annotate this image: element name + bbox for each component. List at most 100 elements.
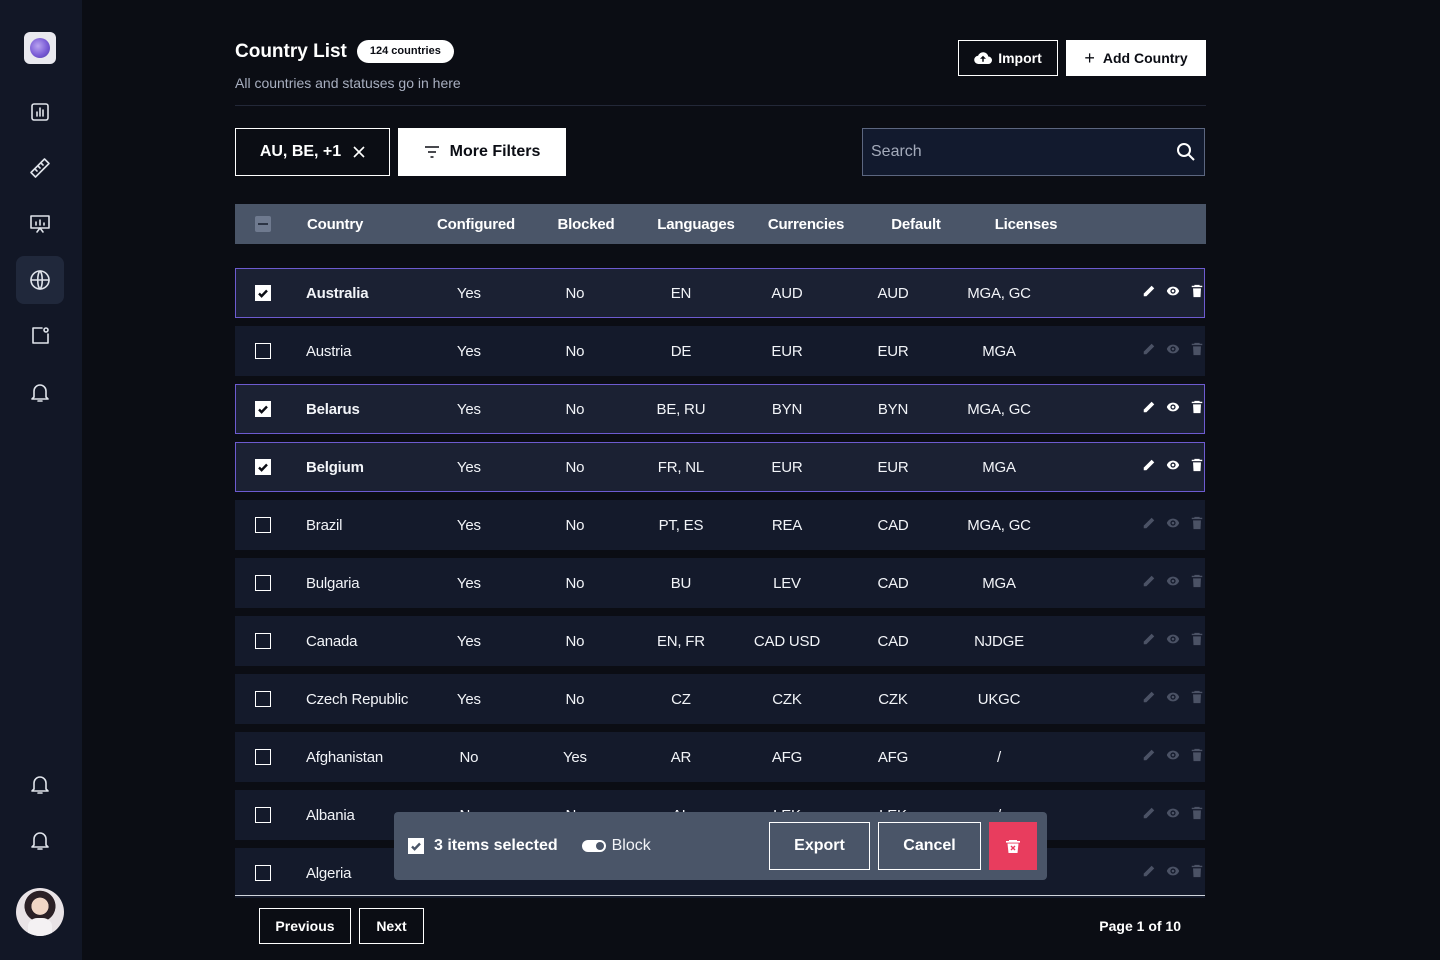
edit-icon[interactable] [1142, 574, 1156, 593]
import-button[interactable]: Import [958, 40, 1058, 76]
nav-bell-tertiary[interactable] [16, 816, 64, 864]
edit-icon[interactable] [1142, 516, 1156, 535]
cell-licenses: MGA, GC [967, 400, 1031, 418]
edit-icon[interactable] [1142, 284, 1156, 303]
delete-icon[interactable] [1190, 574, 1204, 593]
block-toggle[interactable] [581, 840, 606, 852]
view-icon[interactable] [1166, 806, 1180, 825]
cell-currencies: REA [771, 516, 803, 534]
cell-languages: CZ [671, 690, 691, 708]
user-avatar[interactable] [16, 888, 64, 936]
bulk-select-checkbox[interactable] [408, 838, 424, 854]
row-checkbox[interactable] [254, 285, 271, 301]
bulk-delete-button[interactable] [989, 822, 1037, 870]
cell-licenses: MGA, GC [967, 284, 1031, 302]
row-checkbox[interactable] [254, 865, 271, 881]
table-row[interactable]: Canada Yes No EN, FR CAD USD CAD NJDGE [235, 616, 1205, 666]
row-checkbox[interactable] [254, 633, 271, 649]
table-row[interactable]: Belgium Yes No FR, NL EUR EUR MGA [235, 442, 1205, 492]
table-row[interactable]: Australia Yes No EN AUD AUD MGA, GC [235, 268, 1205, 318]
nav-alerts[interactable] [16, 368, 64, 416]
row-checkbox[interactable] [254, 575, 271, 591]
search-icon[interactable] [1176, 142, 1196, 162]
cell-languages: FR, NL [657, 458, 705, 476]
search-input[interactable] [871, 143, 1176, 161]
select-all-checkbox[interactable] [255, 216, 271, 232]
more-filters-button[interactable]: More Filters [398, 128, 566, 176]
table-row[interactable]: Afghanistan No Yes AR AFG AFG / [235, 732, 1205, 782]
nav-dashboard[interactable] [16, 88, 64, 136]
edit-icon[interactable] [1142, 458, 1156, 477]
active-filter-chip[interactable]: AU, BE, +1 [235, 128, 390, 176]
delete-icon[interactable] [1190, 284, 1204, 303]
column-header-licenses[interactable]: Licenses [971, 216, 1081, 233]
delete-icon[interactable] [1190, 748, 1204, 767]
bell-icon [31, 384, 49, 402]
delete-icon[interactable] [1190, 690, 1204, 709]
edit-icon[interactable] [1142, 864, 1156, 883]
delete-icon[interactable] [1190, 864, 1204, 883]
export-button[interactable]: Export [769, 822, 870, 870]
nav-notifications-panel[interactable] [16, 312, 64, 360]
view-icon[interactable] [1166, 516, 1180, 535]
table-header: Country Configured Blocked Languages Cur… [235, 204, 1206, 244]
nav-bell-secondary[interactable] [16, 760, 64, 808]
view-icon[interactable] [1166, 342, 1180, 361]
column-header-blocked[interactable]: Blocked [531, 216, 641, 233]
edit-icon[interactable] [1142, 806, 1156, 825]
row-checkbox[interactable] [254, 749, 271, 765]
row-checkbox[interactable] [254, 401, 271, 417]
nav-measure[interactable] [16, 144, 64, 192]
edit-icon[interactable] [1142, 690, 1156, 709]
table-row[interactable]: Belarus Yes No BE, RU BYN BYN MGA, GC [235, 384, 1205, 434]
cell-currencies: CZK [772, 690, 802, 708]
column-header-default[interactable]: Default [861, 216, 971, 233]
delete-icon[interactable] [1190, 342, 1204, 361]
edit-icon[interactable] [1142, 342, 1156, 361]
view-icon[interactable] [1166, 748, 1180, 767]
row-checkbox[interactable] [254, 807, 271, 823]
column-header-configured[interactable]: Configured [421, 216, 531, 233]
table-row[interactable]: Austria Yes No DE EUR EUR MGA [235, 326, 1205, 376]
cell-languages: DE [670, 342, 692, 360]
app-logo[interactable] [24, 32, 56, 64]
cell-licenses: UKGC [977, 690, 1021, 708]
filter-chip-label: AU, BE, +1 [259, 143, 342, 160]
column-header-country[interactable]: Country [291, 216, 421, 233]
close-icon[interactable] [353, 146, 365, 158]
row-checkbox[interactable] [254, 691, 271, 707]
view-icon[interactable] [1166, 284, 1180, 303]
column-header-languages[interactable]: Languages [641, 216, 751, 233]
view-icon[interactable] [1166, 690, 1180, 709]
view-icon[interactable] [1166, 458, 1180, 477]
row-checkbox[interactable] [254, 517, 271, 533]
row-checkbox[interactable] [254, 459, 271, 475]
view-icon[interactable] [1166, 864, 1180, 883]
table-row[interactable]: Czech Republic Yes No CZ CZK CZK UKGC [235, 674, 1205, 724]
edit-icon[interactable] [1142, 400, 1156, 419]
edit-icon[interactable] [1142, 632, 1156, 651]
cell-configured: Yes [456, 632, 481, 650]
delete-icon[interactable] [1190, 806, 1204, 825]
delete-icon[interactable] [1190, 400, 1204, 419]
edit-icon[interactable] [1142, 748, 1156, 767]
table-row[interactable]: Bulgaria Yes No BU LEV CAD MGA [235, 558, 1205, 608]
view-icon[interactable] [1166, 400, 1180, 419]
column-header-currencies[interactable]: Currencies [751, 216, 861, 233]
delete-icon[interactable] [1190, 632, 1204, 651]
view-icon[interactable] [1166, 574, 1180, 593]
view-icon[interactable] [1166, 632, 1180, 651]
delete-icon[interactable] [1190, 516, 1204, 535]
row-actions [1052, 864, 1204, 883]
table-row[interactable]: Brazil Yes No PT, ES REA CAD MGA, GC [235, 500, 1205, 550]
row-checkbox[interactable] [254, 343, 271, 359]
cancel-button[interactable]: Cancel [878, 822, 981, 870]
previous-page-button[interactable]: Previous [259, 908, 351, 944]
nav-countries[interactable] [16, 256, 64, 304]
next-page-button[interactable]: Next [359, 908, 424, 944]
cell-blocked: No [565, 458, 585, 476]
cell-licenses: MGA [982, 342, 1016, 360]
nav-presentation[interactable] [16, 200, 64, 248]
delete-icon[interactable] [1190, 458, 1204, 477]
add-country-button[interactable]: + Add Country [1066, 40, 1206, 76]
